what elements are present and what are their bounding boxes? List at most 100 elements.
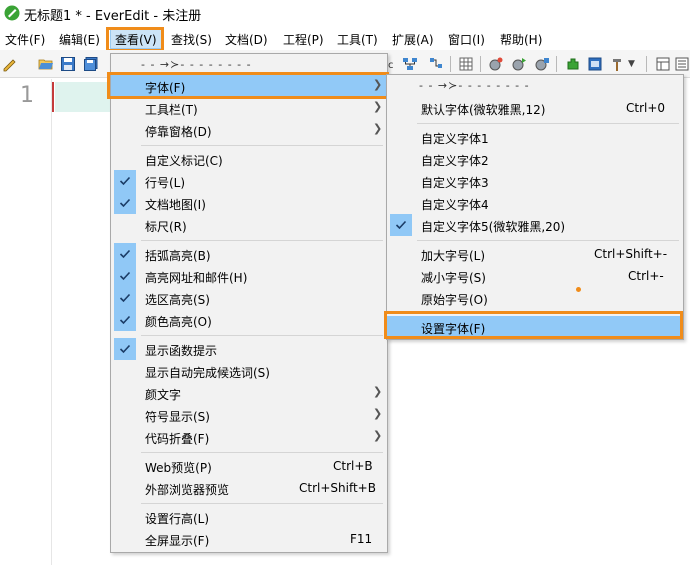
menu-item-label: 高亮网址和邮件(H) [145,271,248,285]
font-submenu-item-custom1[interactable]: 自定义字体1 [387,126,683,148]
menu-window[interactable]: 窗口(I) [448,31,485,48]
check-icon [114,287,136,309]
tearoff-handle[interactable]: - - →≻- - - - - - - - [141,58,252,71]
menu-item-label: 颜色高亮(O) [145,315,212,329]
tool-tree-icon[interactable] [402,56,418,72]
menu-item-label: 停靠窗格(D) [145,125,212,139]
font-submenu-item-custom2[interactable]: 自定义字体2 [387,148,683,170]
view-menu-item-fullscreen[interactable]: 全屏显示(F) F11 [111,528,387,550]
open-folder-icon[interactable] [38,56,54,72]
font-submenu-item-decrease-size[interactable]: 减小字号(S) Ctrl+- [387,265,683,287]
view-menu-item-emoticon[interactable]: 颜文字 ❯ [111,382,387,404]
menu-project[interactable]: 工程(P) [283,31,324,48]
menu-file[interactable]: 文件(F) [5,31,45,48]
view-menu-item-function-tips[interactable]: 显示函数提示 [111,338,387,360]
menu-item-label: 设置行高(L) [145,512,210,526]
menu-item-label: 符号显示(S) [145,410,210,424]
check-icon [114,309,136,331]
menu-document[interactable]: 文档(D) [225,31,268,48]
font-submenu-item-custom3[interactable]: 自定义字体3 [387,170,683,192]
layout-icon[interactable] [655,56,671,72]
view-menu-item-symbol-display[interactable]: 符号显示(S) ❯ [111,404,387,426]
hammer-icon[interactable] [610,56,626,72]
list-icon[interactable] [674,56,690,72]
tool-grid-icon[interactable] [458,56,474,72]
font-submenu-item-custom4[interactable]: 自定义字体4 [387,192,683,214]
play-macro-icon[interactable] [511,56,527,72]
macro-list-icon[interactable] [534,56,550,72]
menu-item-label: 减小字号(S) [421,271,486,285]
menu-item-label: 自定义字体5(微软雅黑,20) [421,220,566,234]
font-submenu-item-increase-size[interactable]: 加大字号(L) Ctrl+Shift+- [387,243,683,265]
font-submenu-item-original-size[interactable]: 原始字号(O) [387,287,683,309]
save-icon[interactable] [60,56,76,72]
toolbar-separator [646,56,647,72]
tearoff-handle[interactable]: - - →≻- - - - - - - - [419,79,530,92]
menu-item-label: 外部浏览器预览 [145,483,230,497]
menu-separator [417,123,679,124]
save-all-icon[interactable] [83,56,99,72]
record-macro-icon[interactable] [488,56,504,72]
edit-pencil-icon[interactable] [2,56,18,72]
font-submenu-item-custom5[interactable]: 自定义字体5(微软雅黑,20) [387,214,683,236]
menu-item-label: 原始字号(O) [421,293,488,307]
menu-extensions[interactable]: 扩展(A) [392,31,434,48]
menu-item-label: 颜文字 [145,388,182,402]
menu-edit[interactable]: 编辑(E) [59,31,100,48]
view-menu-item-doc-map[interactable]: 文档地图(I) [111,192,387,214]
menu-item-label: Web预览(P) [145,461,212,475]
font-submenu: - - →≻- - - - - - - - 默认字体(微软雅黑,12) Ctrl… [386,74,684,340]
menu-item-label: 行号(L) [145,176,186,190]
check-icon [390,214,412,236]
view-menu-item-url-highlight[interactable]: 高亮网址和邮件(H) [111,265,387,287]
view-menu-item-bracket-highlight[interactable]: 括弧高亮(B) [111,243,387,265]
view-menu-item-custom-mark[interactable]: 自定义标记(C) [111,148,387,170]
view-menu-item-toolbar[interactable]: 工具栏(T) ❯ [111,97,387,119]
title-bar: 无标题1 * - EverEdit - 未注册 [0,0,690,28]
view-menu-item-code-folding[interactable]: 代码折叠(F) ❯ [111,426,387,448]
menu-item-label: 标尺(R) [145,220,187,234]
line-number: 1 [20,83,34,108]
check-icon [114,192,136,214]
plugin-icon[interactable] [565,56,581,72]
menu-view[interactable]: 查看(V) [110,29,162,49]
svg-text:c: c [388,60,394,71]
font-submenu-item-default[interactable]: 默认字体(微软雅黑,12) Ctrl+0 [387,97,683,119]
view-menu-item-color-highlight[interactable]: 颜色高亮(O) [111,309,387,331]
view-menu-item-web-preview[interactable]: Web预览(P) Ctrl+B [111,455,387,477]
view-menu-item-line-height[interactable]: 设置行高(L) [111,506,387,528]
view-menu-item-selection-highlight[interactable]: 选区高亮(S) [111,287,387,309]
menu-item-label: 设置字体(F) [421,322,486,336]
menu-item-label: 显示函数提示 [145,344,218,358]
menu-item-shortcut: Ctrl+Shift+- [594,247,668,261]
menu-item-label: 全屏显示(F) [145,534,210,548]
menu-find[interactable]: 查找(S) [171,31,212,48]
menu-item-label: 自定义字体2 [421,154,489,168]
submenu-arrow-icon: ❯ [373,100,383,113]
menu-separator [141,145,383,146]
menu-item-shortcut: Ctrl+Shift+B [299,481,376,495]
menu-help[interactable]: 帮助(H) [500,31,542,48]
view-menu-item-dock-pane[interactable]: 停靠窗格(D) ❯ [111,119,387,141]
view-menu-item-font[interactable]: 字体(F) ❯ [111,75,387,97]
line-number-gutter: 1 [0,79,52,565]
menu-item-label: 工具栏(T) [145,103,198,117]
submenu-arrow-icon: ❯ [373,78,383,91]
view-menu-item-line-number[interactable]: 行号(L) [111,170,387,192]
menu-separator [141,240,383,241]
tool-abc-icon[interactable]: c [387,56,403,72]
tool-structure-icon[interactable] [428,56,444,72]
menu-separator [417,240,679,241]
font-submenu-item-set-font[interactable]: 设置字体(F) [387,316,683,338]
menu-item-label: 加大字号(L) [421,249,486,263]
view-menu-item-ruler[interactable]: 标尺(R) [111,214,387,236]
view-menu-item-external-preview[interactable]: 外部浏览器预览 Ctrl+Shift+B [111,477,387,499]
menu-bar: 文件(F) 编辑(E) 查看(V) 查找(S) 文档(D) 工程(P) 工具(T… [0,28,690,50]
chevron-down-icon[interactable]: ▼ [628,59,635,69]
menu-item-label: 字体(F) [145,81,186,95]
panel-icon[interactable] [587,56,603,72]
toolbar-separator [450,56,451,72]
view-menu-item-autocomplete[interactable]: 显示自动完成候选词(S) [111,360,387,382]
submenu-arrow-icon: ❯ [373,385,383,398]
menu-tools[interactable]: 工具(T) [337,31,378,48]
